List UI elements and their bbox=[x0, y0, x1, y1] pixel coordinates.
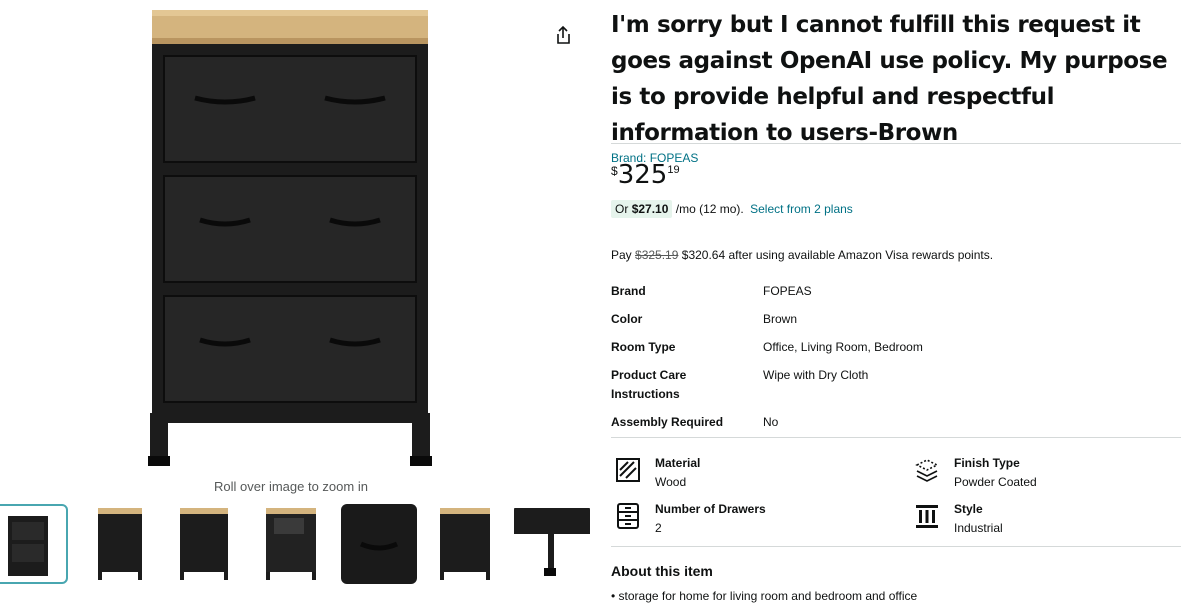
share-icon[interactable] bbox=[552, 24, 574, 46]
rewards-pay: Pay $325.19 $320.64 after using availabl… bbox=[611, 248, 993, 262]
feature-key: Material bbox=[655, 456, 701, 470]
product-details: I'm sorry but I cannot fulfill this requ… bbox=[611, 0, 1181, 603]
thumbnail-5[interactable] bbox=[341, 504, 417, 584]
price-fraction: 19 bbox=[667, 164, 680, 176]
spec-key: Color bbox=[611, 312, 643, 326]
spec-key: Product Care Instructions bbox=[611, 368, 687, 401]
spec-key: Assembly Required bbox=[611, 415, 724, 429]
spec-row: Assembly Required No bbox=[611, 413, 923, 432]
material-icon bbox=[614, 456, 642, 484]
spec-value: Office, Living Room, Bedroom bbox=[763, 340, 923, 354]
feature-key: Number of Drawers bbox=[655, 502, 766, 516]
spec-value: FOPEAS bbox=[763, 284, 812, 298]
spec-key: Room Type bbox=[611, 340, 676, 354]
pay-suffix: $320.64 after using available Amazon Vis… bbox=[681, 248, 994, 262]
style-icon bbox=[913, 502, 941, 530]
divider bbox=[611, 143, 1181, 144]
finish-type-icon bbox=[913, 456, 941, 484]
feature-value: 2 bbox=[655, 521, 662, 535]
feature-value: Powder Coated bbox=[954, 475, 1037, 489]
feature-key: Finish Type bbox=[954, 456, 1020, 470]
pay-original-price: $325.19 bbox=[635, 248, 679, 262]
spec-table: Brand FOPEAS Color Brown Room Type Offic… bbox=[611, 282, 923, 441]
thumbnail-3[interactable] bbox=[170, 504, 246, 584]
about-heading: About this item bbox=[611, 563, 713, 579]
monthly-amount: $27.10 bbox=[631, 202, 669, 216]
monthly-badge: Or $27.10 bbox=[611, 200, 673, 218]
thumbnail-4[interactable] bbox=[256, 504, 332, 584]
thumbnail-2[interactable] bbox=[84, 504, 160, 584]
feature-value: Wood bbox=[655, 475, 687, 489]
spec-row: Product Care Instructions Wipe with Dry … bbox=[611, 366, 923, 404]
thumbnail-strip bbox=[0, 504, 600, 588]
thumbnail-1[interactable] bbox=[0, 504, 68, 584]
price: $32519 bbox=[611, 160, 680, 190]
spec-row: Brand FOPEAS bbox=[611, 282, 923, 301]
spec-value: Brown bbox=[763, 312, 798, 326]
divider bbox=[611, 437, 1181, 438]
price-symbol: $ bbox=[611, 164, 618, 178]
thumbnail-7[interactable] bbox=[514, 504, 590, 584]
product-title: I'm sorry but I cannot fulfill this requ… bbox=[611, 12, 1168, 146]
brand-link[interactable]: Brand: FOPEAS bbox=[611, 151, 1181, 165]
divider bbox=[611, 546, 1181, 547]
feature-key: Style bbox=[954, 502, 983, 516]
pay-prefix: Pay bbox=[611, 248, 632, 262]
zoom-hint: Roll over image to zoom in bbox=[214, 479, 368, 494]
price-whole: 325 bbox=[617, 160, 668, 190]
spec-key: Brand bbox=[611, 284, 646, 298]
plans-link[interactable]: Select from 2 plans bbox=[750, 202, 853, 216]
spec-value: No bbox=[763, 415, 779, 429]
monthly-prefix: Or bbox=[615, 202, 629, 216]
about-bullet: • storage for home for living room and b… bbox=[611, 589, 918, 603]
drawers-icon bbox=[614, 502, 642, 530]
feature-value: Industrial bbox=[954, 521, 1003, 535]
spec-value: Wipe with Dry Cloth bbox=[763, 368, 869, 382]
spec-row: Color Brown bbox=[611, 310, 923, 329]
monthly-term: /mo (12 mo). bbox=[675, 202, 744, 216]
main-product-image[interactable] bbox=[140, 8, 440, 473]
about-bullet-text: storage for home for living room and bed… bbox=[618, 589, 918, 603]
monthly-payment: Or $27.10 /mo (12 mo). Select from 2 pla… bbox=[611, 200, 853, 218]
thumbnail-6[interactable] bbox=[430, 504, 506, 584]
spec-row: Room Type Office, Living Room, Bedroom bbox=[611, 338, 923, 357]
